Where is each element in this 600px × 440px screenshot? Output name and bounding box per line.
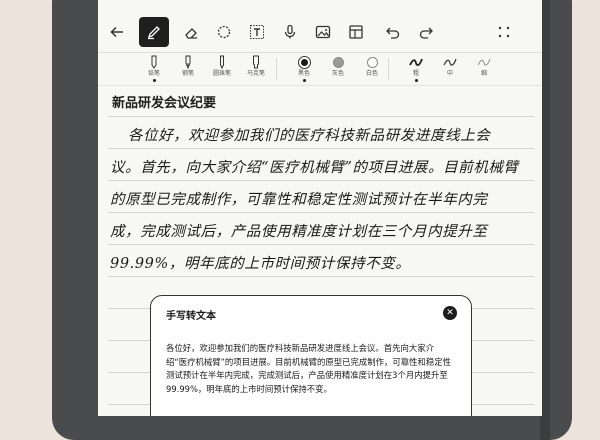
stroke-medium-icon — [443, 58, 457, 66]
color-swatch — [366, 56, 378, 68]
ruled-line — [108, 116, 534, 117]
lasso-icon[interactable] — [209, 17, 239, 47]
ruled-line — [108, 276, 534, 277]
separator — [388, 58, 389, 80]
stroke-label: 细 — [480, 70, 487, 77]
toolbar-divider — [98, 52, 542, 53]
ruled-line — [108, 244, 534, 245]
text-icon[interactable] — [242, 17, 272, 47]
converted-text[interactable]: 各位好，欢迎参加我们的医疗科技新品研发进度线上会议。首先向大家介绍“医疗机械臂”… — [166, 342, 454, 396]
color-white[interactable]: 白色 — [352, 54, 392, 84]
eraser-icon[interactable] — [176, 17, 206, 47]
options-divider — [98, 85, 542, 86]
pen-icon[interactable] — [139, 17, 169, 47]
color-label: 白色 — [365, 70, 378, 77]
pen-label: 马克笔 — [246, 70, 265, 77]
ruled-line — [108, 212, 534, 213]
card-title: 手写转文本 — [166, 311, 216, 322]
stroke-thick-icon — [409, 58, 423, 66]
handwriting-line[interactable]: 99.99%，明年底的上市时间预计保持不变。 — [110, 252, 411, 273]
selected-dot — [414, 79, 418, 82]
color-swatch — [297, 55, 311, 69]
handwriting-line[interactable]: 成，完成测试后，产品使用精准度计划在三个月内提升至 — [110, 220, 488, 241]
handwriting-line[interactable]: 各位好，欢迎参加我们的医疗科技新品研发进度线上会 — [128, 124, 490, 145]
stroke-thin[interactable]: 细 — [464, 54, 504, 84]
screen: 铅笔 钢笔 圆珠笔 马克笔 黑色 灰色 白色 粗 中 细 新品研发会议纪要 各位… — [98, 0, 542, 416]
handwriting-line[interactable]: 议。首先，向大家介绍“医疗机械臂”的项目进展。目前机械臂 — [110, 156, 519, 177]
ballpoint-pen-icon — [220, 55, 224, 69]
toolbar — [98, 14, 542, 50]
marker-icon — [253, 55, 259, 69]
selected-dot — [302, 79, 306, 82]
color-swatch — [332, 56, 344, 68]
separator — [276, 58, 277, 80]
redo-icon[interactable] — [411, 17, 441, 47]
template-icon[interactable] — [341, 17, 371, 47]
close-icon[interactable]: ✕ — [443, 306, 457, 320]
ruled-line — [108, 148, 534, 149]
fountain-pen-icon — [185, 55, 191, 69]
pen-type-marker[interactable]: 马克笔 — [236, 54, 276, 84]
handwriting-line[interactable]: 的原型已完成制作，可靠性和稳定性测试预计在半年内完 — [110, 188, 488, 209]
mic-icon[interactable] — [275, 17, 305, 47]
image-icon[interactable] — [308, 17, 338, 47]
ruled-line — [108, 180, 534, 181]
selected-dot — [152, 79, 156, 82]
pencil-icon — [151, 55, 157, 69]
conversion-card: 手写转文本 ✕ 各位好，欢迎参加我们的医疗科技新品研发进度线上会议。首先向大家介… — [150, 295, 472, 416]
stroke-thin-icon — [477, 58, 491, 66]
undo-icon[interactable] — [378, 17, 408, 47]
pen-options: 铅笔 钢笔 圆珠笔 马克笔 黑色 灰色 白色 粗 中 细 — [98, 54, 542, 84]
note-title: 新品研发会议纪要 — [112, 96, 217, 111]
more-icon[interactable] — [489, 17, 519, 47]
back-arrow-icon[interactable] — [102, 17, 132, 47]
